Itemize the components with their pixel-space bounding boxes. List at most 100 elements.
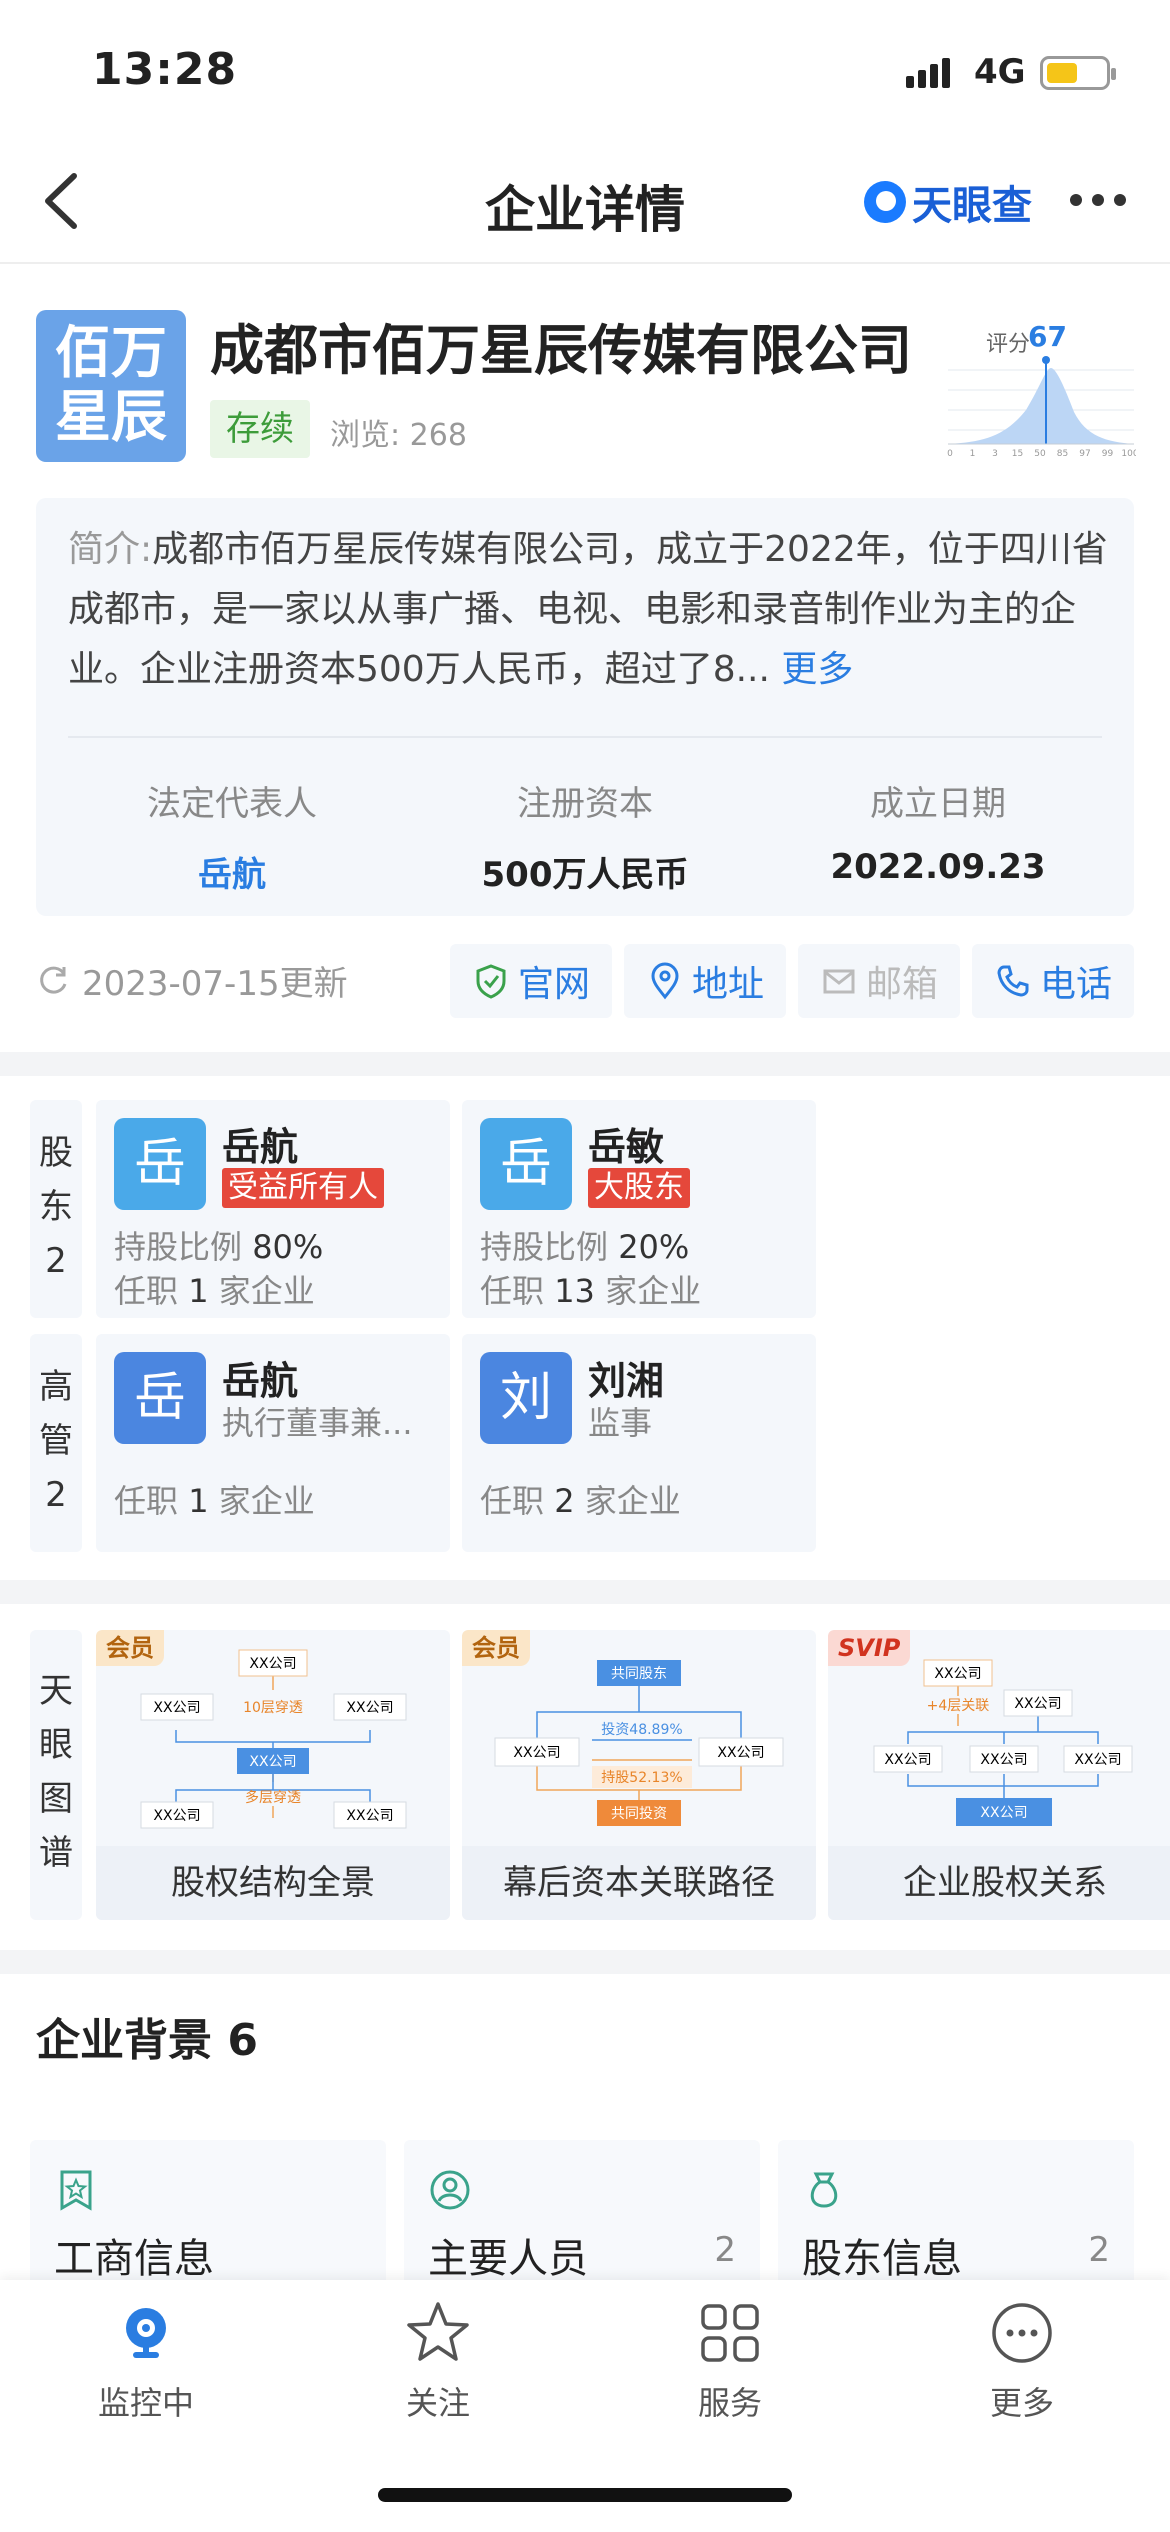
job-suffix: 家企业 xyxy=(605,1272,702,1310)
capital-block: 注册资本 500万人民币 xyxy=(405,776,765,896)
node-text: 共同投资 xyxy=(611,1806,667,1822)
tab-label: 服务 xyxy=(697,2384,762,2422)
shareholder-card[interactable]: 岳 岳敏 大股东 持股比例 20% 任职 13 家企业 xyxy=(462,1100,816,1318)
job-count: 任职 2 家企业 xyxy=(480,1476,681,1522)
node-text: XX公司 xyxy=(153,1808,200,1824)
brand-name: 天眼查 xyxy=(912,183,1032,229)
company-logo: 佰万 星辰 xyxy=(36,310,186,462)
section-separator xyxy=(0,1052,1170,1076)
avatar: 刘 xyxy=(480,1352,572,1444)
address-label: 地址 xyxy=(691,964,764,1005)
status-time: 13:28 xyxy=(92,44,238,95)
node-text: XX公司 xyxy=(1074,1752,1121,1768)
tab-monitoring[interactable]: 监控中 xyxy=(56,2298,236,2424)
shareholders-label-char: 东 xyxy=(39,1187,73,1227)
shareholders-label-char: 股 xyxy=(39,1133,73,1173)
legal-rep-label: 法定代表人 xyxy=(147,784,317,824)
email-button[interactable]: 邮箱 xyxy=(798,944,960,1018)
executives-label[interactable]: 高 管 2 xyxy=(30,1334,82,1552)
address-button[interactable]: 地址 xyxy=(624,944,786,1018)
update-date: 2023-07-15更新 xyxy=(82,964,348,1004)
key-personnel-card[interactable]: 主要人员 2 xyxy=(404,2140,760,2282)
update-info[interactable]: 2023-07-15更新 xyxy=(36,956,348,1005)
graph-card-label: 股权结构全景 xyxy=(96,1846,450,1920)
battery-icon xyxy=(1040,56,1116,90)
card-title: 股东信息 xyxy=(802,2236,962,2282)
capital-path-card[interactable]: 共同股东 投资48.89% XX公司 XX公司 持股52.13% 共同投资 会员… xyxy=(462,1630,816,1920)
executives-label-char: 高 xyxy=(39,1367,73,1407)
score-axis-tick: 97 xyxy=(1079,449,1090,459)
holding-ratio: 持股比例 20% xyxy=(480,1222,689,1268)
graph-label[interactable]: 天 眼 图 谱 xyxy=(30,1630,82,1920)
capital-label: 注册资本 xyxy=(517,784,653,824)
more-options-icon[interactable] xyxy=(1070,194,1126,210)
member-badge: 会员 xyxy=(96,1630,164,1666)
job-count: 任职 13 家企业 xyxy=(480,1266,701,1312)
phone-button[interactable]: 电话 xyxy=(972,944,1134,1018)
nav-bar: 企业详情 天眼查 xyxy=(0,140,1170,264)
executive-card[interactable]: 岳 岳航 执行董事兼... 任职 1 家企业 xyxy=(96,1334,450,1552)
avatar: 岳 xyxy=(114,1352,206,1444)
score-axis-tick: 15 xyxy=(1012,449,1023,459)
camera-monitor-icon xyxy=(126,2308,166,2358)
website-button[interactable]: 官网 xyxy=(450,944,612,1018)
card-title: 工商信息 xyxy=(54,2236,214,2282)
svip-badge: SVIP xyxy=(828,1630,911,1666)
shareholder-name: 岳航 xyxy=(222,1125,299,1169)
tab-more[interactable]: 更多 xyxy=(932,2298,1112,2424)
business-info-card[interactable]: 工商信息 xyxy=(30,2140,386,2282)
beneficial-owner-badge: 受益所有人 xyxy=(222,1168,384,1208)
executive-card[interactable]: 刘 刘湘 监事 任职 2 家企业 xyxy=(462,1334,816,1552)
job-count: 任职 1 家企业 xyxy=(114,1476,315,1522)
score-curve-chart: 0 1 3 15 50 85 97 99 100 xyxy=(947,356,1136,459)
tab-services[interactable]: 服务 xyxy=(640,2298,820,2424)
executive-role: 监事 xyxy=(588,1404,653,1442)
divider xyxy=(68,736,1102,738)
shareholders-label[interactable]: 股 东 2 xyxy=(30,1100,82,1318)
network-type: 4G xyxy=(974,52,1026,92)
equity-structure-card[interactable]: XX公司 XX公司 10层穿透 XX公司 XX公司 XX公司 多层穿透 XX公司… xyxy=(96,1630,450,1920)
shareholder-name: 岳敏 xyxy=(588,1125,665,1169)
more-circle-icon xyxy=(992,2303,1052,2363)
graph-label-char: 谱 xyxy=(39,1833,73,1873)
job-prefix: 任职 xyxy=(480,1272,545,1310)
mail-icon xyxy=(823,969,855,994)
score-widget[interactable]: 评分 67 0 1 3 15 50 85 97 99 100 xyxy=(946,320,1136,460)
holding-ratio-label: 持股比例 xyxy=(480,1228,609,1266)
shareholder-card[interactable]: 岳 岳航 受益所有人 持股比例 80% 任职 1 家企业 xyxy=(96,1100,450,1318)
node-text: 共同股东 xyxy=(611,1666,667,1682)
section-separator xyxy=(0,1950,1170,1974)
shareholder-info-card[interactable]: 股东信息 2 xyxy=(778,2140,1134,2282)
bookmark-star-icon xyxy=(60,2170,92,2211)
star-icon xyxy=(407,2302,469,2361)
section-title: 企业背景 6 xyxy=(36,2015,258,2066)
node-text: XX公司 xyxy=(934,1666,981,1682)
tab-label: 更多 xyxy=(989,2384,1054,2422)
refresh-icon xyxy=(40,966,67,994)
legal-rep-link[interactable]: 岳航 xyxy=(52,847,412,896)
node-text: XX公司 xyxy=(513,1745,560,1761)
tab-label: 监控中 xyxy=(97,2384,194,2422)
job-prefix: 任职 xyxy=(480,1482,545,1520)
founded-block: 成立日期 2022.09.23 xyxy=(758,776,1118,887)
intro-body: 成都市佰万星辰传媒有限公司，成立于2022年，位于四川省成都市，是一家以从事广播… xyxy=(68,529,1108,690)
job-count-value: 1 xyxy=(188,1272,209,1310)
executive-name: 刘湘 xyxy=(588,1359,665,1403)
score-axis-tick: 100 xyxy=(1121,449,1136,459)
node-text: 持股52.13% xyxy=(601,1770,682,1786)
intro-more-link[interactable]: 更多 xyxy=(781,649,853,690)
shield-check-icon xyxy=(476,964,506,999)
view-count: 浏览: 268 xyxy=(330,418,467,453)
legal-rep-block: 法定代表人 岳航 xyxy=(52,776,412,896)
node-text: XX公司 xyxy=(980,1805,1027,1821)
equity-relation-card[interactable]: XX公司 +4层关联 XX公司 XX公司 XX公司 XX公司 XX公司 SVIP… xyxy=(828,1630,1170,1920)
node-text: XX公司 xyxy=(1014,1696,1061,1712)
holding-ratio-value: 20% xyxy=(618,1228,690,1266)
avatar: 岳 xyxy=(114,1118,206,1210)
node-text: XX公司 xyxy=(249,1656,296,1672)
score-axis-tick: 0 xyxy=(947,449,953,459)
job-suffix: 家企业 xyxy=(218,1482,315,1520)
score-axis-tick: 85 xyxy=(1057,449,1068,459)
tab-follow[interactable]: 关注 xyxy=(348,2298,528,2424)
card-count: 2 xyxy=(1088,2230,1110,2270)
